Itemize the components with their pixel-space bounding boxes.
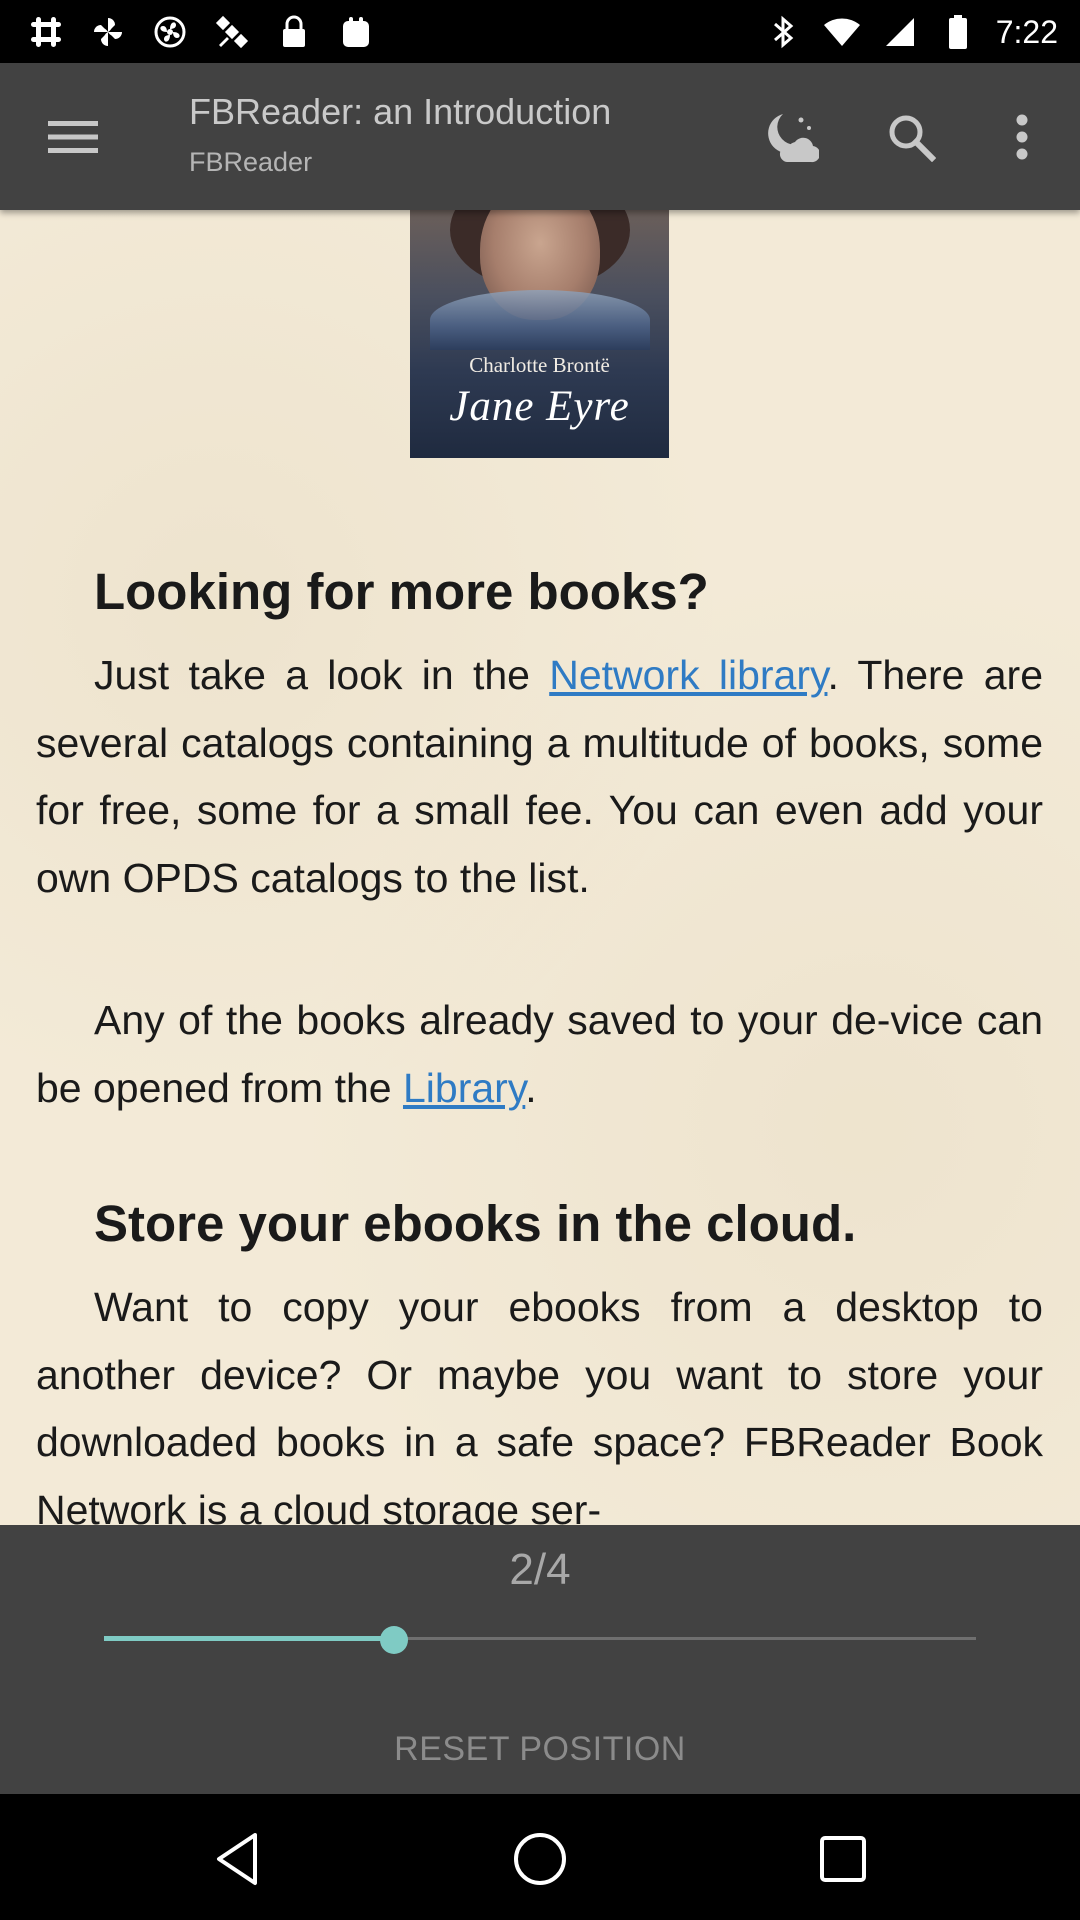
bluetooth-icon (764, 12, 804, 52)
slack-icon (26, 12, 66, 52)
section-heading-cloud: Store your ebooks in the cloud. (94, 1195, 857, 1252)
back-icon[interactable] (197, 1819, 277, 1899)
reader-page[interactable]: Charlotte Brontë Jane Eyre Looking for m… (0, 210, 1080, 1525)
search-icon[interactable] (875, 101, 947, 173)
cover-author: Charlotte Brontë (469, 353, 610, 377)
notification-icons (26, 10, 376, 54)
wifi-icon (822, 12, 862, 52)
recents-icon[interactable] (803, 1819, 883, 1899)
slider-thumb[interactable] (380, 1626, 409, 1654)
page-slider[interactable] (104, 1626, 976, 1654)
title-block: FBReader: an Introduction FBReader (189, 91, 611, 178)
book-author: FBReader (189, 147, 313, 177)
page-navigation-panel: 2/4 RESET POSITION (0, 1525, 1080, 1794)
paragraph-network-library: Just take a look in the Network library.… (36, 642, 1043, 912)
book-cover-image: Charlotte Brontë Jane Eyre (410, 210, 669, 458)
status-bar: 7:22 (0, 0, 1080, 63)
page-indicator: 2/4 (509, 1545, 571, 1594)
paragraph-library: Any of the books already saved to your d… (36, 987, 1043, 1122)
signal-icon (880, 12, 920, 52)
more-vert-icon[interactable] (986, 101, 1058, 173)
clock-time: 7:22 (995, 13, 1058, 50)
system-status-icons: 7:22 (764, 8, 1058, 56)
network-library-link[interactable]: Network library (549, 652, 827, 698)
clipboard-icon (336, 12, 376, 52)
home-icon[interactable] (500, 1819, 580, 1899)
book-title: FBReader: an Introduction (189, 91, 612, 132)
battery-icon (938, 12, 978, 52)
night-mode-icon[interactable] (752, 101, 824, 173)
menu-icon[interactable] (38, 105, 108, 169)
paragraph-cloud-storage: Want to copy your ebooks from a desktop … (36, 1284, 1043, 1525)
section-heading-more-books: Looking for more books? (94, 563, 709, 620)
pinwheel-icon (88, 12, 128, 52)
cover-portrait-collar (430, 290, 650, 350)
reset-position-button[interactable]: RESET POSITION (0, 1730, 1080, 1769)
app-bar: FBReader: an Introduction FBReader (0, 63, 1080, 210)
system-navigation-bar (0, 1794, 1080, 1920)
lock-icon (274, 12, 314, 52)
fan-icon (150, 12, 190, 52)
library-link[interactable]: Library (403, 1065, 525, 1111)
paragraph-text: Just take a look in the (94, 652, 550, 698)
paragraph-text: Any of the books already saved to your d… (36, 997, 1043, 1111)
cover-title: Jane Eyre (449, 383, 630, 430)
paragraph-text: . (525, 1064, 537, 1111)
slider-fill (104, 1636, 395, 1641)
satellite-icon (212, 12, 252, 52)
